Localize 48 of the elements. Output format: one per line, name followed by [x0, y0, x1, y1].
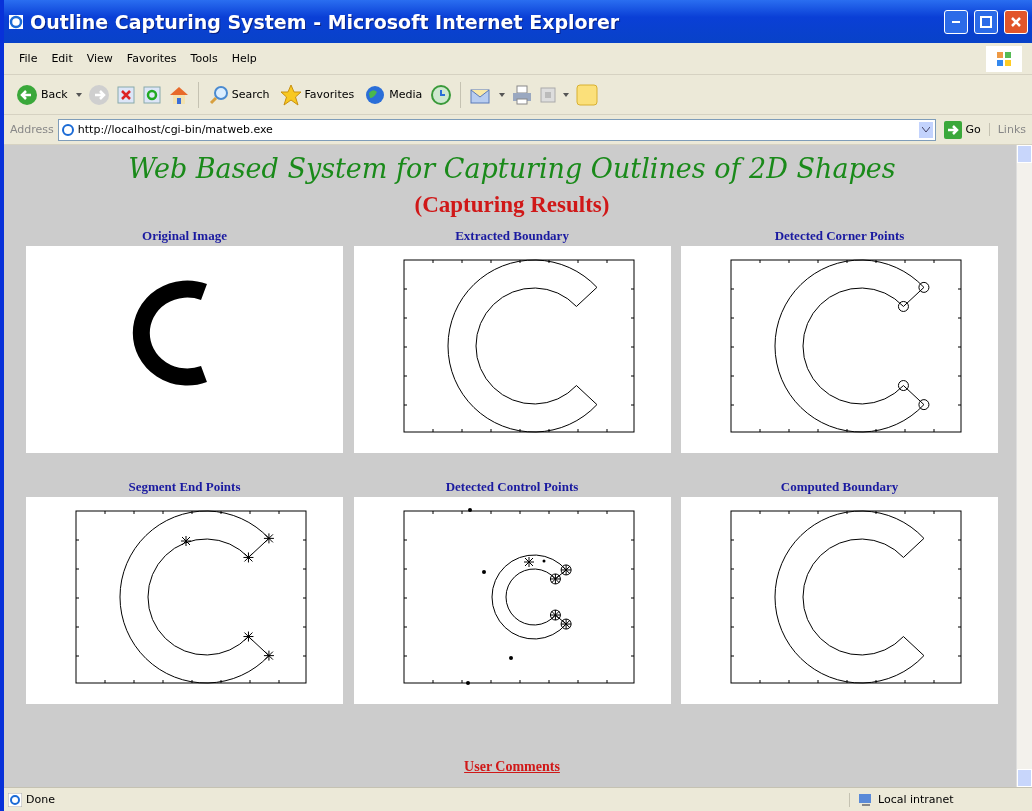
page-icon [8, 792, 22, 807]
menu-item[interactable]: File [14, 50, 43, 67]
history-icon[interactable] [430, 83, 453, 106]
panel-caption: Detected Control Points [445, 479, 579, 496]
panel-caption: Segment End Points [128, 479, 241, 496]
panel-caption: Detected Corner Points [774, 228, 905, 245]
computer-icon [858, 792, 874, 807]
favorites-button[interactable]: Favorites [277, 81, 357, 108]
panel-caption: Original Image [142, 228, 227, 245]
scrollbar[interactable] [1016, 145, 1032, 787]
close-icon [1010, 15, 1022, 28]
page-icon [60, 122, 75, 137]
search-icon [208, 84, 229, 105]
browser-icon [8, 13, 24, 30]
menu-item[interactable]: Edit [46, 50, 78, 67]
maximize-icon [980, 15, 992, 28]
close-button[interactable] [1004, 9, 1028, 34]
caret-icon [922, 126, 931, 133]
windows-logo [986, 45, 1022, 72]
status-text: Done [26, 793, 56, 806]
media-button[interactable]: Media [362, 81, 425, 108]
panel-caption: Extracted Boundary [455, 228, 569, 245]
stop-icon[interactable] [115, 84, 136, 105]
caret-icon[interactable] [499, 92, 506, 97]
menu-item[interactable]: View [81, 50, 118, 67]
dropdown-button[interactable] [919, 121, 934, 138]
zone-indicator: Local intranet [849, 792, 1028, 807]
star-icon [279, 83, 302, 106]
globe-icon [364, 83, 387, 106]
menu-item[interactable]: Help [226, 50, 262, 67]
menu-item[interactable]: Favorites [121, 50, 182, 67]
page-subheading: (Capturing Results) [414, 192, 610, 218]
refresh-icon[interactable] [141, 84, 162, 105]
page-heading: Web Based System for Capturing Outlines of 2D Shapes [128, 153, 896, 184]
minimize-icon [952, 20, 960, 23]
address-field[interactable]: http://localhost/cgi-bin/matweb.exe [57, 118, 937, 141]
caret-icon[interactable] [75, 92, 82, 97]
window-title: Outline Capturing System - Microsoft Internet Explorer [30, 10, 621, 33]
search-button[interactable]: Search [206, 82, 272, 107]
printer-icon[interactable] [511, 83, 534, 106]
go-button[interactable]: Go [940, 120, 985, 139]
caret-icon[interactable] [563, 92, 570, 97]
address-label: Address [10, 123, 54, 136]
maximize-button[interactable] [974, 9, 998, 34]
minimize-button[interactable] [944, 9, 968, 34]
menu-item[interactable]: Tools [185, 50, 223, 67]
back-button[interactable]: Back [14, 81, 70, 108]
panel-caption: Computed Boundary [780, 479, 899, 496]
